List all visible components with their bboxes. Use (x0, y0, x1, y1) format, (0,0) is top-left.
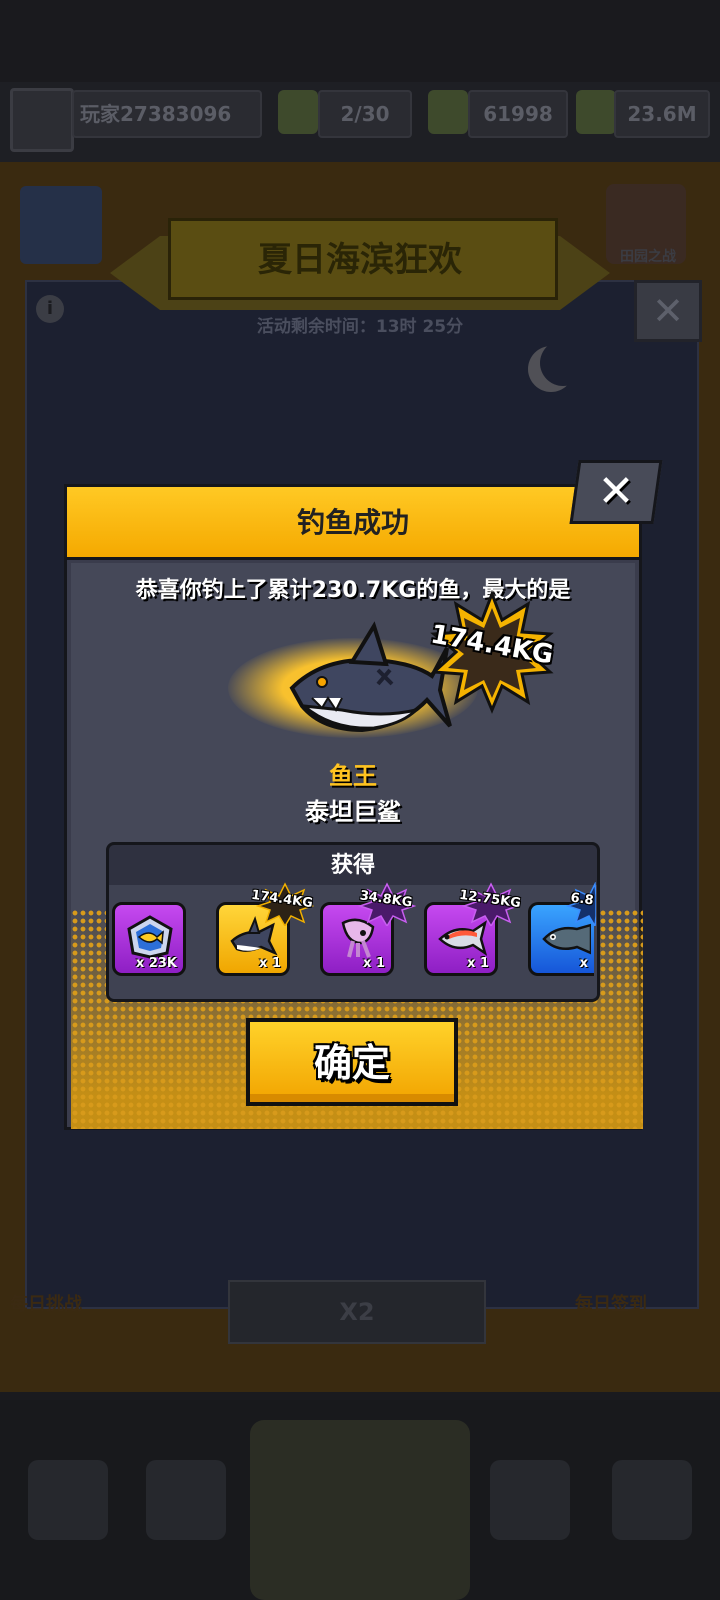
multiplier-button[interactable]: X2 (228, 1280, 486, 1344)
nav-rod-icon[interactable] (612, 1460, 692, 1540)
nav-shop-icon[interactable] (28, 1460, 108, 1540)
shield-label: 田园之战 (620, 249, 676, 265)
reward-count: x (579, 956, 588, 971)
close-x-icon: ✕ (597, 466, 635, 517)
moon-icon (540, 340, 586, 386)
event-title: 夏日海滨狂欢 (258, 240, 462, 280)
player-name: 玩家27383096 (72, 90, 262, 138)
coin-icon (576, 90, 616, 134)
player-avatar[interactable] (10, 88, 74, 152)
energy-icon (278, 90, 318, 134)
fish-name: 泰坦巨鲨 (305, 798, 401, 826)
rewards-title: 获得 (330, 853, 375, 878)
energy-counter: 2/30 (318, 90, 412, 138)
nav-bag-icon[interactable] (146, 1460, 226, 1540)
reward-count: x 1 (363, 956, 385, 971)
dialog-title: 钓鱼成功 (296, 506, 409, 539)
fish-token-icon (127, 915, 173, 959)
event-timer: 活动剩余时间：13时 25分 (256, 317, 464, 337)
close-button[interactable]: ✕ (569, 460, 663, 524)
event-close-icon[interactable]: ✕ (634, 280, 702, 342)
confirm-label: 确定 (313, 1041, 390, 1085)
currency-counter: 61998 (468, 90, 568, 138)
daily-challenge-label[interactable]: 每日挑战 (10, 1290, 160, 1340)
dialog-header: 钓鱼成功 (67, 487, 639, 560)
currency-icon (428, 90, 468, 134)
nav-gear-icon[interactable] (490, 1460, 570, 1540)
daily-signin-label[interactable]: 每日签到 (575, 1290, 705, 1340)
menu-list-icon[interactable] (20, 186, 102, 264)
reward-count: x 23K (135, 956, 177, 971)
fish-rank: 鱼王 (329, 762, 377, 790)
coin-counter: 23.6M (614, 90, 710, 138)
reward-item[interactable]: x 23K (112, 902, 186, 976)
reward-count: x 1 (467, 956, 489, 971)
confirm-button[interactable]: 确定 (246, 1018, 458, 1106)
nav-battle-icon[interactable] (250, 1420, 470, 1600)
reward-count: x 1 (259, 956, 281, 971)
congrats-message: 恭喜你钓上了累计230.7KG的鱼，最大的是 (135, 578, 571, 603)
